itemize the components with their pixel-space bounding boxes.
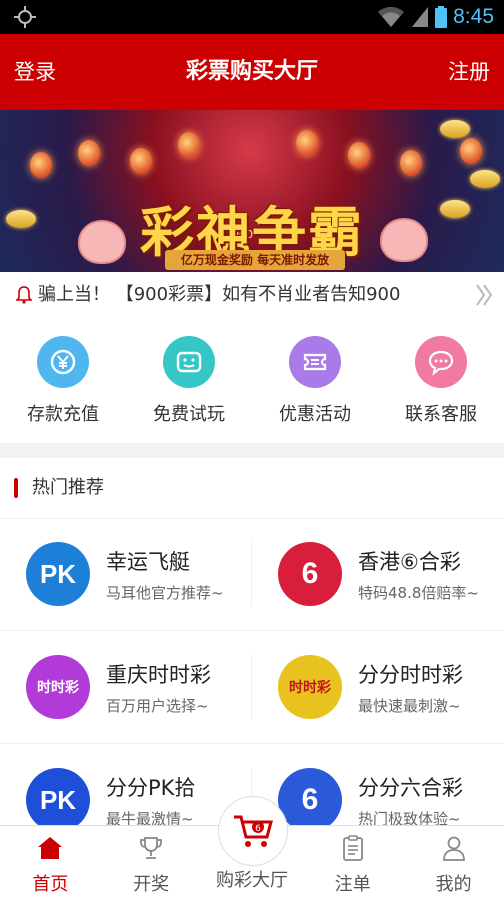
lantern-decoration	[460, 138, 482, 164]
quick-promotions[interactable]: 优惠活动	[252, 318, 378, 443]
lantern-decoration	[348, 142, 370, 168]
gps-icon	[14, 6, 36, 28]
chevron-right-icon[interactable]	[474, 282, 494, 308]
game-row: PK 幸运飞艇 马耳他官方推荐~ 6 香港⑥合彩 特码48.8倍赔率~	[0, 518, 504, 631]
tab-home[interactable]: 首页	[0, 826, 101, 898]
quick-deposit-label: 存款充值	[27, 404, 99, 425]
coin-decoration	[440, 120, 470, 138]
game-name: 分分时时彩	[358, 663, 463, 687]
shishicai-logo-icon: 时时彩	[26, 655, 90, 719]
game-row: 时时彩 重庆时时彩 百万用户选择~ 时时彩 分分时时彩 最快速最刺激~	[0, 631, 504, 744]
lantern-decoration	[296, 130, 318, 156]
pk-logo-icon: PK	[26, 542, 90, 606]
hot-recommendations: 热门推荐 PK 幸运飞艇 马耳他官方推荐~ 6 香港⑥合彩 特码48.8倍赔率~…	[0, 458, 504, 832]
tab-orders-label: 注单	[334, 874, 371, 895]
tab-home-label: 首页	[32, 874, 69, 895]
bell-icon	[16, 286, 32, 304]
section-title-text: 热门推荐	[32, 477, 104, 498]
quick-promotions-label: 优惠活动	[279, 404, 351, 425]
lantern-decoration	[400, 150, 422, 176]
home-icon	[38, 837, 63, 859]
game-item[interactable]: 时时彩 重庆时时彩 百万用户选择~	[0, 631, 252, 743]
section-accent-bar	[14, 478, 18, 498]
yen-icon	[37, 336, 89, 388]
pk-logo-icon: PK	[26, 768, 90, 832]
six-logo-icon: 6	[278, 542, 342, 606]
coin-decoration	[470, 170, 500, 188]
tab-results-label: 开奖	[133, 874, 170, 895]
tab-results[interactable]: 开奖	[101, 826, 202, 898]
chat-icon	[415, 336, 467, 388]
lantern-decoration	[130, 148, 152, 174]
quick-support[interactable]: 联系客服	[378, 318, 504, 443]
tab-mine-label: 我的	[435, 874, 472, 895]
game-name: 重庆时时彩	[106, 663, 211, 687]
game-icon	[163, 336, 215, 388]
game-item[interactable]: 6 香港⑥合彩 特码48.8倍赔率~	[252, 518, 504, 630]
user-icon	[442, 836, 465, 861]
status-bar: 8:45	[0, 0, 504, 34]
cart-icon: 6	[217, 796, 288, 866]
register-button[interactable]: 注册	[448, 34, 490, 110]
section-title: 热门推荐	[0, 458, 504, 519]
game-item[interactable]: PK 幸运飞艇 马耳他官方推荐~	[0, 518, 252, 630]
game-name: 分分PK拾	[106, 776, 196, 800]
tab-mine[interactable]: 我的	[403, 826, 504, 898]
lantern-decoration	[78, 140, 100, 166]
quick-deposit[interactable]: 存款充值	[0, 318, 126, 443]
game-desc: 最快速最刺激~	[358, 697, 461, 715]
quick-support-label: 联系客服	[405, 404, 477, 425]
game-desc: 马耳他官方推荐~	[106, 584, 224, 602]
quick-trial-label: 免费试玩	[153, 404, 225, 425]
game-desc: 百万用户选择~	[106, 697, 209, 715]
signal-icon	[412, 7, 429, 27]
game-name: 幸运飞艇	[106, 550, 190, 574]
clipboard-icon	[342, 835, 363, 861]
bottom-tab-bar: 首页 开奖 6 购彩大厅 注单 我的	[0, 796, 504, 898]
trophy-icon	[140, 837, 163, 859]
game-name: 分分六合彩	[358, 776, 463, 800]
svg-text:6: 6	[255, 824, 261, 834]
tab-orders[interactable]: 注单	[302, 826, 403, 898]
quick-trial[interactable]: 免费试玩	[126, 318, 252, 443]
lantern-decoration	[178, 132, 200, 158]
game-name: 香港⑥合彩	[358, 550, 461, 574]
wifi-icon	[378, 6, 405, 27]
game-desc: 特码48.8倍赔率~	[358, 584, 479, 602]
notice-text: 骗上当！ 【900彩票】如有不肖业者告知900	[38, 284, 401, 305]
quick-actions: 存款充值 免费试玩 优惠活动 联系客服	[0, 318, 504, 443]
shishicai-logo-icon: 时时彩	[278, 655, 342, 719]
top-bar: 登录 彩票购买大厅 注册	[0, 34, 504, 110]
game-item[interactable]: 时时彩 分分时时彩 最快速最刺激~	[252, 631, 504, 743]
lantern-decoration	[30, 152, 52, 178]
banner-ribbon: 亿万现金奖励 每天准时发放	[165, 250, 345, 270]
ticket-icon	[289, 336, 341, 388]
battery-icon	[435, 6, 448, 28]
page-title: 彩票购买大厅	[185, 59, 318, 84]
promo-banner[interactable]: 900 VS 彩神争霸 亿万现金奖励 每天准时发放	[0, 110, 504, 272]
notice-bar[interactable]: 骗上当！ 【900彩票】如有不肖业者告知900	[0, 272, 504, 318]
six-logo-icon: 6	[278, 768, 342, 832]
clock: 8:45	[453, 5, 494, 28]
tab-lottery-hall[interactable]: 6 购彩大厅	[202, 796, 303, 898]
tab-lottery-hall-label: 购彩大厅	[215, 870, 288, 891]
